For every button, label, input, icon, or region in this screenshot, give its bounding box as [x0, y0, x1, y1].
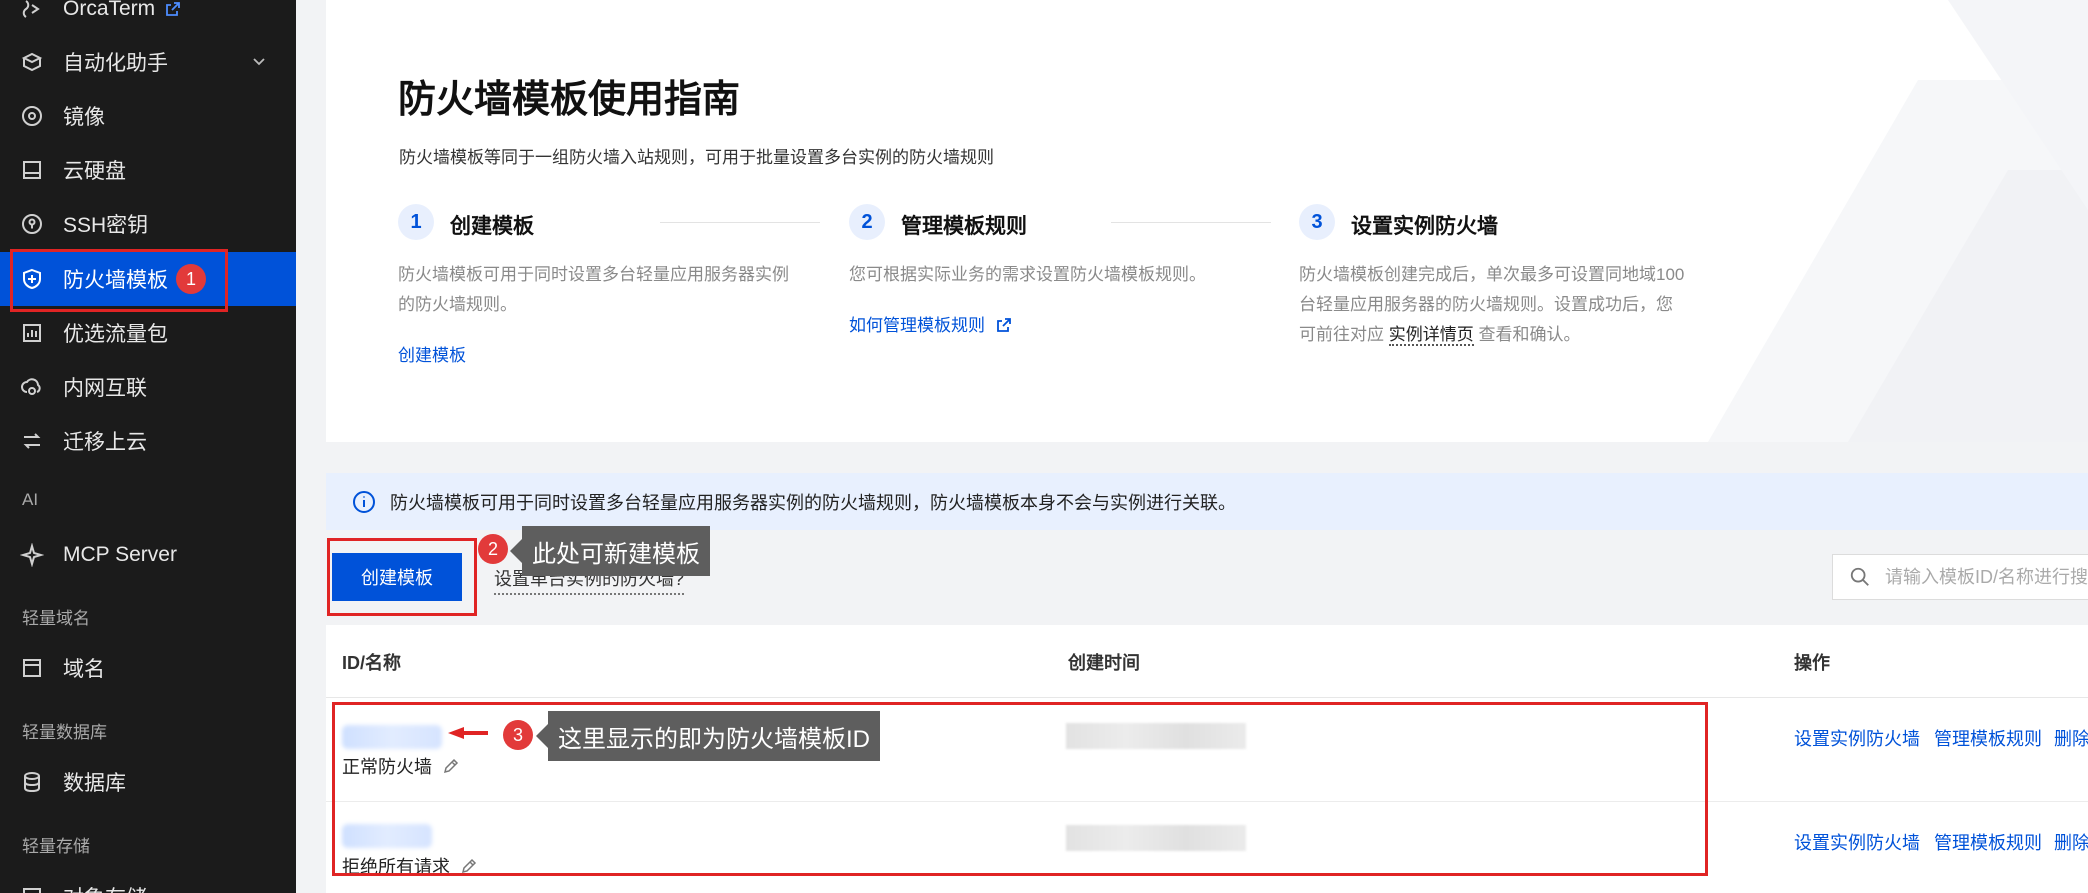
- sidebar-section-domain: 轻量域名: [22, 609, 90, 628]
- manage-rules-link[interactable]: 管理模板规则: [1934, 829, 2042, 855]
- step-number: 2: [849, 204, 885, 240]
- sidebar-item-label: MCP Server: [63, 543, 177, 566]
- sidebar-item-label: 自动化助手: [63, 52, 168, 75]
- step-divider: [660, 222, 820, 223]
- arrow-left-icon: [448, 727, 488, 739]
- manage-rules-link[interactable]: 如何管理模板规则: [849, 311, 1012, 336]
- sidebar-item-label: 云硬盘: [63, 160, 126, 183]
- external-link-icon: [166, 2, 181, 16]
- sidebar-item-migration[interactable]: 迁移上云: [0, 414, 296, 468]
- robot-icon: [20, 50, 44, 74]
- sidebar-item-ssh-key[interactable]: SSH密钥: [0, 197, 296, 251]
- sidebar-item-cloud-disk[interactable]: 云硬盘: [0, 143, 296, 197]
- create-template-link[interactable]: 创建模板: [398, 341, 466, 366]
- sidebar-item-label: 镜像: [63, 106, 105, 129]
- search-input[interactable]: [1885, 566, 2088, 588]
- info-banner: 防火墙模板可用于同时设置多台轻量应用服务器实例的防火墙规则，防火墙模板本身不会与…: [326, 473, 2088, 530]
- key-icon: [20, 212, 44, 236]
- step-description-text: 查看和确认。: [1478, 325, 1581, 344]
- guide-title: 防火墙模板使用指南: [398, 79, 741, 121]
- set-instance-firewall-link[interactable]: 设置实例防火墙: [1794, 829, 1920, 855]
- sidebar-section-database: 轻量数据库: [22, 723, 107, 742]
- sidebar-item-label: 优选流量包: [63, 323, 168, 346]
- terminal-icon: [20, 0, 44, 21]
- step-description: 防火墙模板可用于同时设置多台轻量应用服务器实例的防火墙规则。: [398, 265, 789, 314]
- storage-icon: [20, 885, 44, 893]
- sidebar-item-label: OrcaTerm: [63, 0, 156, 20]
- table-header-divider: [326, 697, 2088, 698]
- sidebar-item-image[interactable]: 镜像: [0, 89, 296, 143]
- sidebar-item-automation[interactable]: 自动化助手: [0, 35, 296, 89]
- guide-description: 防火墙模板等同于一组防火墙入站规则，可用于批量设置多台实例的防火墙规则: [399, 148, 994, 167]
- annotation-tooltip-3: 这里显示的即为防火墙模板ID: [536, 711, 880, 761]
- step-divider: [1111, 222, 1271, 223]
- manage-rules-link-label: 如何管理模板规则: [849, 316, 985, 335]
- instance-detail-link[interactable]: 实例详情页: [1388, 325, 1474, 346]
- chart-icon: [20, 321, 44, 345]
- chevron-down-icon: [253, 58, 265, 66]
- step-title: 设置实例防火墙: [1351, 215, 1498, 238]
- step-title: 创建模板: [450, 215, 534, 238]
- sidebar-item-label: 域名: [63, 658, 105, 681]
- disc-icon: [20, 104, 44, 128]
- info-icon: [353, 490, 375, 513]
- annotation-tooltip-2: 此处可新建模板: [510, 526, 710, 576]
- sidebar-item-label: 对象存储: [63, 882, 147, 893]
- delete-link[interactable]: 删除: [2054, 829, 2088, 855]
- decorative-background: [1708, 0, 2088, 442]
- external-link-icon: [996, 318, 1011, 332]
- sidebar-item-label: SSH密钥: [63, 214, 149, 237]
- column-header-created-time: 创建时间: [1068, 653, 1140, 673]
- step-number: 1: [398, 204, 434, 240]
- sidebar-item-label: 迁移上云: [63, 431, 147, 454]
- column-header-actions: 操作: [1794, 653, 1830, 673]
- sidebar-item-traffic-package[interactable]: 优选流量包: [0, 306, 296, 360]
- annotation-highlight-create: [327, 538, 477, 616]
- sidebar-item-orcaterm[interactable]: OrcaTerm: [0, 0, 296, 36]
- network-icon: [20, 375, 44, 399]
- sidebar-section-storage: 轻量存储: [22, 837, 90, 856]
- sparkle-icon: [20, 543, 44, 567]
- sidebar-item-label: 内网互联: [63, 377, 147, 400]
- delete-link[interactable]: 删除: [2054, 725, 2088, 751]
- column-header-id-name: ID/名称: [342, 653, 402, 673]
- step-title: 管理模板规则: [901, 215, 1027, 238]
- search-icon: [1850, 567, 1869, 586]
- step-description: 您可根据实际业务的需求设置防火墙模板规则。: [849, 265, 1206, 284]
- domain-icon: [20, 656, 44, 680]
- info-text: 防火墙模板可用于同时设置多台轻量应用服务器实例的防火墙规则，防火墙模板本身不会与…: [390, 492, 1236, 513]
- annotation-highlight-sidebar: [10, 249, 228, 312]
- disk-icon: [20, 158, 44, 182]
- migrate-icon: [20, 429, 44, 453]
- sidebar-item-label: 数据库: [63, 772, 126, 795]
- sidebar-item-database[interactable]: 数据库: [0, 755, 296, 809]
- sidebar-item-intranet[interactable]: 内网互联: [0, 360, 296, 414]
- guide-panel: 防火墙模板使用指南 防火墙模板等同于一组防火墙入站规则，可用于批量设置多台实例的…: [326, 0, 2088, 442]
- sidebar: OrcaTerm 自动化助手 镜像 云硬盘 SSH密钥 防火墙模板 1 优选流量…: [0, 0, 296, 893]
- manage-rules-link[interactable]: 管理模板规则: [1934, 725, 2042, 751]
- sidebar-item-object-storage[interactable]: 对象存储: [0, 870, 296, 893]
- set-instance-firewall-link[interactable]: 设置实例防火墙: [1794, 725, 1920, 751]
- annotation-number-2: 2: [478, 534, 508, 564]
- database-icon: [20, 770, 44, 794]
- search-box[interactable]: [1832, 554, 2088, 600]
- step-number: 3: [1299, 204, 1335, 240]
- sidebar-section-ai: AI: [22, 490, 39, 509]
- sidebar-item-domain[interactable]: 域名: [0, 641, 296, 695]
- annotation-number-3: 3: [503, 720, 533, 750]
- sidebar-item-mcp-server[interactable]: MCP Server: [0, 528, 296, 582]
- step-description: 防火墙模板创建完成后，单次最多可设置同地域100台轻量应用服务器的防火墙规则。设…: [1299, 260, 1689, 350]
